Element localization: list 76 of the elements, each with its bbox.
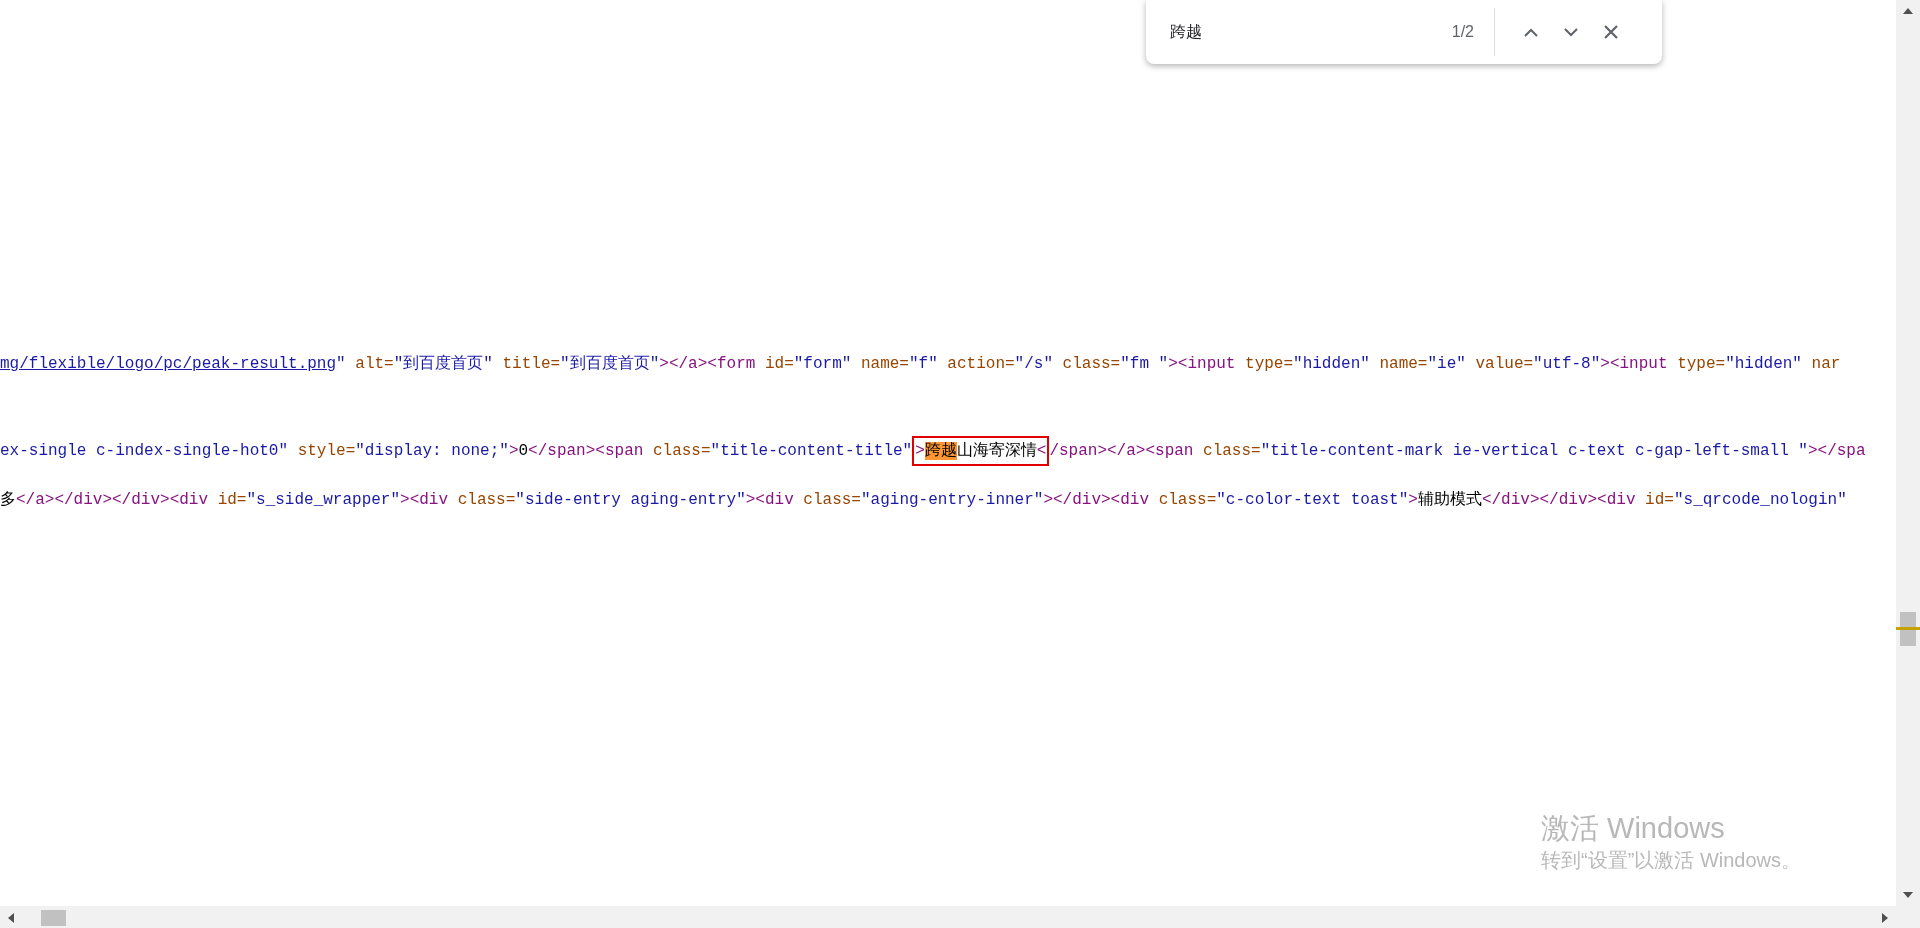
code-token: </div></div><div xyxy=(1481,491,1636,509)
code-token: name= xyxy=(859,355,909,373)
code-token: style= xyxy=(296,442,356,460)
match-count: 1/2 xyxy=(1450,22,1474,42)
scroll-down-icon[interactable] xyxy=(1903,892,1913,898)
scroll-up-icon[interactable] xyxy=(1903,8,1913,14)
code-token: "display: none;" xyxy=(355,442,509,460)
code-token: 0 xyxy=(518,442,529,460)
activation-title: 激活 Windows xyxy=(1541,811,1726,846)
match-marker xyxy=(1896,627,1920,630)
code-token: > xyxy=(1408,491,1418,509)
code-token: " xyxy=(336,355,346,373)
scroll-right-icon[interactable] xyxy=(1882,913,1888,923)
code-token: id= xyxy=(1644,491,1674,509)
code-token: ><input xyxy=(1168,355,1236,373)
code-token: "s_side_wrapper" xyxy=(246,491,401,509)
code-token: type= xyxy=(1676,355,1726,373)
code-token: "hidden" xyxy=(1725,355,1802,373)
code-token: "到百度首页" xyxy=(393,355,493,373)
code-token: "utf-8" xyxy=(1533,355,1601,373)
code-token: "到百度首页" xyxy=(560,355,660,373)
scrollbar-thumb[interactable] xyxy=(41,910,66,926)
code-token: ><input xyxy=(1600,355,1668,373)
code-token: value= xyxy=(1474,355,1534,373)
code-token: </span><span xyxy=(528,442,644,460)
chevron-down-icon xyxy=(1564,27,1578,37)
code-token: 多 xyxy=(0,491,16,509)
code-token: action= xyxy=(946,355,1015,373)
code-token: ><div xyxy=(400,491,449,509)
chevron-up-icon xyxy=(1524,27,1538,37)
code-token: type= xyxy=(1244,355,1294,373)
code-token: ></spa xyxy=(1807,442,1866,460)
code-token: alt= xyxy=(354,355,394,373)
code-token: "f" xyxy=(908,355,938,373)
scrollbar-thumb[interactable] xyxy=(1900,612,1916,646)
code-token: </a></div></div><div xyxy=(16,491,209,509)
code-token: "ie" xyxy=(1427,355,1466,373)
code-token: 辅助模式 xyxy=(1417,491,1482,509)
code-token: > xyxy=(915,442,925,460)
code-token: "title-content-mark ie-vertical c-text c-gap-left-small " xyxy=(1260,442,1808,460)
code-token: "fm " xyxy=(1120,355,1169,373)
code-token: "/s" xyxy=(1014,355,1053,373)
code-token: "hidden" xyxy=(1293,355,1370,373)
code-token: ></a><form xyxy=(659,355,756,373)
code-token: "aging-entry-inner" xyxy=(860,491,1044,509)
code-token: ><div xyxy=(745,491,794,509)
code-token: ></div><div xyxy=(1043,491,1150,509)
code-token: name= xyxy=(1378,355,1428,373)
code-token: "form" xyxy=(793,355,852,373)
code-token: "side-entry aging-entry" xyxy=(515,491,746,509)
code-token: class= xyxy=(651,442,711,460)
scroll-left-icon[interactable] xyxy=(8,913,14,923)
code-token: class= xyxy=(456,491,516,509)
code-token: < xyxy=(1036,442,1047,460)
code-token: id= xyxy=(763,355,794,373)
close-icon xyxy=(1604,25,1618,39)
code-token: ex-single c-index-single-hot0" xyxy=(0,442,289,460)
code-token: /span></a><span xyxy=(1049,442,1194,460)
code-token: "c-color-text toast" xyxy=(1216,491,1409,509)
code-token: class= xyxy=(1157,491,1217,509)
code-token: "title-content-title" xyxy=(710,442,913,460)
horizontal-scrollbar[interactable] xyxy=(0,906,1920,928)
code-token: > xyxy=(508,442,519,460)
code-token: nar xyxy=(1810,355,1841,373)
find-query[interactable]: 跨越 xyxy=(1170,20,1420,44)
link[interactable]: mg/flexible/logo/pc/peak-result.png xyxy=(0,355,337,373)
code-token: "s_qrcode_nologin" xyxy=(1673,491,1847,509)
code-token: title= xyxy=(501,355,561,373)
code-token: 山海寄深情 xyxy=(956,442,1037,460)
code-token: class= xyxy=(1202,442,1261,460)
search-match: 跨越 xyxy=(924,442,957,460)
vertical-scrollbar[interactable] xyxy=(1896,0,1920,906)
activation-message: 转到“设置”以激活 Windows。 xyxy=(1541,848,1801,873)
code-token: class= xyxy=(802,491,861,509)
code-token: id= xyxy=(216,491,247,509)
code-token: class= xyxy=(1061,355,1121,373)
